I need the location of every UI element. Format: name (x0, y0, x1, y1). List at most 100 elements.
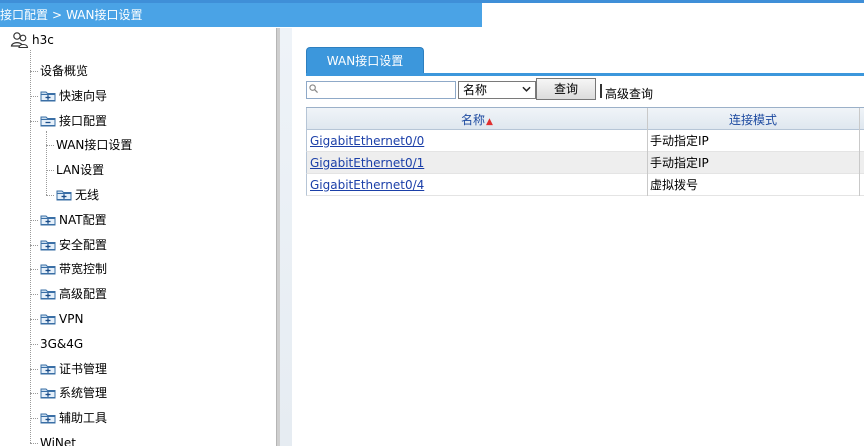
tree-item-7[interactable]: 安全配置 (40, 235, 107, 255)
tree-root-label: h3c (32, 33, 54, 47)
tree-item-label: 带宽控制 (59, 262, 108, 277)
tree-connector (30, 71, 38, 72)
breadcrumb-page: WAN接口设置 (66, 8, 143, 22)
tree-connector (30, 343, 38, 345)
tree-connector (30, 418, 38, 420)
tree-connector (46, 195, 54, 196)
filter-select[interactable]: 名称 (458, 81, 536, 99)
column-divider (859, 174, 860, 196)
filter-select-value: 名称 (463, 83, 488, 97)
tree-branch (46, 131, 47, 195)
tree-item-label: 快速向导 (59, 88, 108, 103)
column-divider (647, 108, 648, 130)
tree-item-9[interactable]: 高级配置 (40, 284, 107, 304)
tree-connector (30, 319, 38, 320)
tree-connector (30, 368, 38, 370)
column-divider (859, 108, 860, 130)
tree-item-winet[interactable]: WiNet (40, 433, 76, 446)
column-header-mode-label: 连接模式 (728, 113, 777, 127)
folder-collapsed-icon[interactable] (40, 90, 56, 102)
tree-item-label: 设备概览 (40, 64, 89, 78)
folder-collapsed-icon[interactable] (56, 189, 72, 201)
tree-connector (30, 120, 38, 122)
folder-open-icon[interactable] (40, 115, 56, 127)
folder-collapsed-icon[interactable] (40, 239, 56, 251)
tab-wan-interface[interactable]: WAN接口设置 (306, 47, 424, 73)
tree-item-label: 系统管理 (59, 386, 108, 401)
tree-item-1[interactable]: 快速向导 (40, 86, 107, 106)
tree-item-13[interactable]: 系统管理 (40, 383, 107, 403)
tree-item-8[interactable]: 带宽控制 (40, 259, 107, 279)
tree-item-lan[interactable]: LAN设置 (56, 160, 104, 180)
splitter-gutter (280, 28, 292, 446)
tree-item-label: 高级配置 (59, 287, 108, 302)
tree-item-label: LAN设置 (56, 163, 105, 178)
column-divider (859, 152, 860, 174)
folder-collapsed-icon[interactable] (40, 263, 56, 275)
tree-connector (30, 219, 38, 221)
tree-root[interactable]: h3c (10, 28, 54, 52)
tree-connector (30, 443, 38, 444)
tree-connector (30, 95, 38, 97)
column-header-mode[interactable]: 连接模式 (647, 108, 859, 130)
folder-collapsed-icon[interactable] (40, 387, 56, 399)
tree-item-14[interactable]: 辅助工具 (40, 408, 107, 428)
tree-item-3g-4g[interactable]: 3G&4G (40, 334, 83, 354)
folder-collapsed-icon[interactable] (40, 214, 56, 226)
tree-item-nat[interactable]: NAT配置 (40, 210, 107, 230)
folder-collapsed-icon[interactable] (40, 363, 56, 375)
table-row: GigabitEthernet0/4 虚拟拨号 (306, 174, 864, 196)
tree-connector (30, 269, 38, 271)
tree-item-wan[interactable]: WAN接口设置 (56, 135, 132, 155)
tree-item-2[interactable]: 接口配置 (40, 111, 107, 131)
tree-item-12[interactable]: 证书管理 (40, 359, 107, 379)
cell-name: GigabitEthernet0/4 (307, 174, 647, 196)
search-icon (309, 84, 318, 93)
tree-item-label: WiNet (40, 436, 76, 446)
column-header-name-label: 名称 (461, 113, 486, 127)
breadcrumb-separator: > (52, 8, 63, 22)
tree-connector (30, 294, 38, 296)
cell-mode: 手动指定IP (650, 134, 709, 148)
interface-link[interactable]: GigabitEthernet0/4 (310, 178, 424, 192)
navigation-tree: h3c 设备概览快速向导接口配置 WAN接口设置 LAN设置无线 NAT配置安全配置带… (0, 28, 276, 446)
tree-item-label: WAN接口设置 (56, 138, 133, 153)
tree-item-label: 接口配置 (59, 113, 108, 128)
query-button[interactable]: 查询 (536, 78, 596, 100)
tree-item-label: 证书管理 (59, 361, 108, 376)
sort-up-icon: ▲ (486, 117, 493, 127)
breadcrumb-section[interactable]: 接口配置 (0, 3, 48, 27)
cell-name: GigabitEthernet0/0 (307, 130, 647, 152)
column-header-name[interactable]: 名称▲ (307, 108, 647, 130)
advanced-query-link[interactable]: 高级查询 (605, 85, 653, 102)
breadcrumb: 接口配置 > WAN接口设置 (0, 3, 482, 27)
tree-connector (30, 393, 38, 395)
cell-mode: 手动指定IP (650, 156, 709, 170)
interface-link[interactable]: GigabitEthernet0/0 (310, 134, 424, 148)
cell-name: GigabitEthernet0/1 (307, 152, 647, 174)
chevron-down-icon (522, 86, 531, 92)
tree-connector (30, 244, 38, 246)
column-divider (859, 130, 860, 152)
tab-underline (306, 73, 864, 76)
tree-item-0[interactable]: 设备概览 (40, 61, 88, 81)
folder-collapsed-icon[interactable] (40, 288, 56, 300)
user-group-icon (10, 32, 29, 49)
tree-item-label: 无线 (75, 188, 100, 202)
tree-connector (46, 170, 54, 172)
cell-mode: 虚拟拨号 (650, 178, 699, 192)
tree-item-vpn[interactable]: VPN (40, 309, 83, 329)
tree-item-5[interactable]: 无线 (56, 185, 99, 205)
folder-collapsed-icon[interactable] (40, 313, 56, 325)
tree-connector (46, 145, 54, 147)
table-header: 名称▲ 连接模式 (306, 108, 864, 130)
tree-item-label: 3G&4G (40, 336, 84, 351)
tree-item-label: NAT配置 (59, 212, 107, 227)
table-row: GigabitEthernet0/1 手动指定IP (306, 152, 864, 174)
interface-link[interactable]: GigabitEthernet0/1 (310, 156, 424, 170)
folder-collapsed-icon[interactable] (40, 412, 56, 424)
main-panel: WAN接口设置 名称 查询 高级查询 名称▲ 连接模式 GigabitEther… (292, 28, 864, 446)
table-row: GigabitEthernet0/0 手动指定IP (306, 130, 864, 152)
search-input[interactable] (321, 82, 453, 98)
tree-trunk (30, 50, 31, 443)
